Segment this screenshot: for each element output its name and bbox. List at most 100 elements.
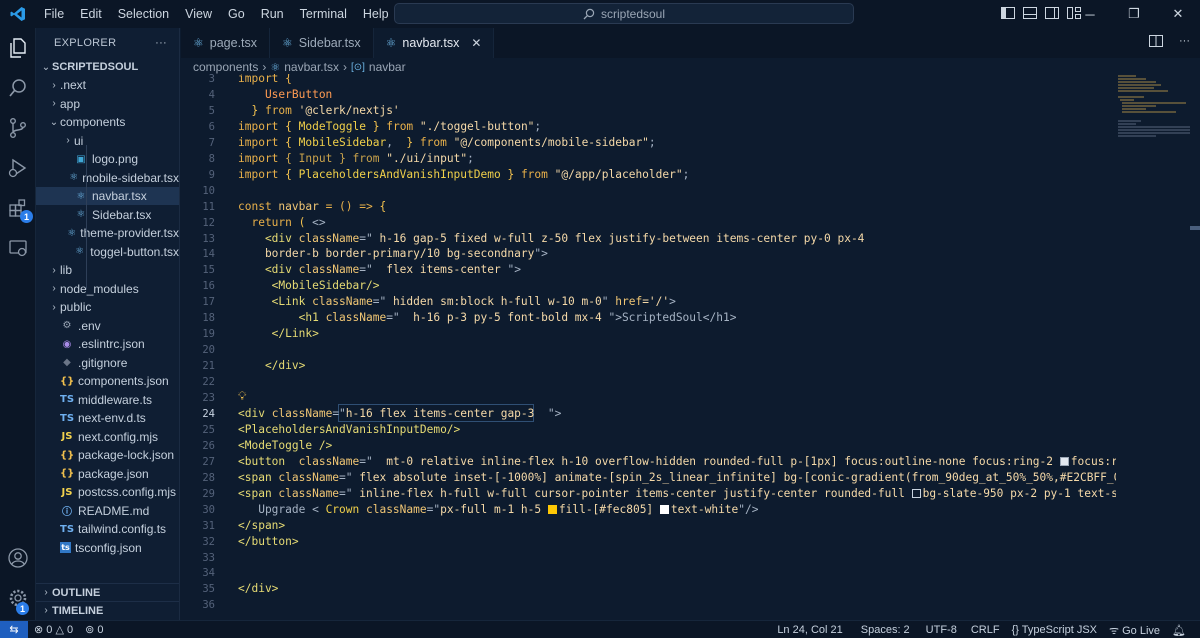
account-icon[interactable] (0, 540, 36, 576)
code-line: </Link> (238, 326, 319, 342)
lightbulb-icon[interactable]: 💡︎ (238, 389, 246, 404)
react-icon: ⚛ (69, 172, 79, 183)
go-live-button[interactable]: ᯤ Go Live (1103, 623, 1166, 638)
line-number: 29 (202, 487, 215, 500)
menu-help[interactable]: Help (355, 0, 397, 28)
remote-explorer-icon[interactable] (0, 230, 36, 266)
ports-indicator[interactable]: ⊚ 0 (79, 623, 109, 636)
language-mode[interactable]: {} TypeScript JSX (1006, 624, 1103, 636)
more-actions-icon[interactable]: ··· (1179, 35, 1190, 50)
tree-file[interactable]: ⚛ Sidebar.tsx (36, 206, 179, 224)
extensions-icon[interactable]: 1 (0, 190, 36, 226)
tree-folder[interactable]: › public (36, 298, 179, 316)
tree-file[interactable]: JS next.config.mjs (36, 428, 179, 446)
tree-file[interactable]: JS postcss.config.mjs (36, 483, 179, 501)
encoding[interactable]: UTF-8 (920, 624, 963, 636)
tab-page[interactable]: ⚛ page.tsx (181, 28, 271, 58)
outline-section[interactable]: › OUTLINE (36, 583, 179, 601)
menu-file[interactable]: File (36, 0, 72, 28)
split-editor-icon[interactable] (1149, 35, 1163, 50)
tree-item-label: tailwind.config.ts (78, 522, 167, 536)
line-number: 34 (202, 567, 215, 580)
close-icon[interactable]: ✕ (471, 36, 481, 50)
tree-folder[interactable]: ⌄ components (36, 113, 179, 131)
tree-file[interactable]: {} package.json (36, 465, 179, 483)
menu-terminal[interactable]: Terminal (292, 0, 355, 28)
tree-file[interactable]: TS next-env.d.ts (36, 409, 179, 427)
timeline-section[interactable]: › TIMELINE (36, 601, 179, 619)
warning-icon: △ (55, 624, 64, 636)
tree-file[interactable]: {} package-lock.json (36, 446, 179, 464)
tree-folder[interactable]: › app (36, 95, 179, 113)
command-center[interactable]: scriptedsoul (394, 3, 854, 24)
status-bar: ⇆ ⊗ 0 △ 0 ⊚ 0 Ln 24, Col 21 Spaces: 2 UT… (0, 620, 1200, 638)
code-token: flex absolute inset-[-1000%] animate-[sp… (359, 470, 1116, 484)
code-line: import { ModeToggle } from "./toggel-but… (238, 119, 541, 135)
tree-file[interactable]: TS middleware.ts (36, 391, 179, 409)
menu-edit[interactable]: Edit (72, 0, 110, 28)
menu-go[interactable]: Go (220, 0, 253, 28)
tree-file[interactable]: ◆ .gitignore (36, 354, 179, 372)
line-ending[interactable]: CRLF (965, 624, 1006, 636)
code-token: =" (339, 486, 360, 500)
code-token: { (379, 199, 387, 213)
menu-selection[interactable]: Selection (110, 0, 177, 28)
minimap[interactable] (1116, 74, 1192, 144)
tree-file[interactable]: TS tailwind.config.ts (36, 520, 179, 538)
tree-file[interactable]: ▣ logo.png (36, 150, 179, 168)
vertical-scrollbar[interactable] (1190, 226, 1200, 230)
search-icon[interactable] (0, 70, 36, 106)
error-count: 0 (46, 624, 53, 636)
tree-file[interactable]: ⚛ toggel-button.tsx (36, 243, 179, 261)
menu-run[interactable]: Run (253, 0, 292, 28)
explorer-icon[interactable] (0, 30, 36, 66)
tree-folder[interactable]: › node_modules (36, 280, 179, 298)
code-token: from (520, 167, 555, 181)
cursor-position[interactable]: Ln 24, Col 21 (771, 624, 848, 636)
tab-navbar[interactable]: ⚛ navbar.tsx ✕ (373, 28, 495, 58)
code-token: import (238, 167, 286, 181)
tree-file[interactable]: ⚛ navbar.tsx (36, 187, 179, 205)
tree-file[interactable]: ⚛ mobile-sidebar.tsx (36, 169, 179, 187)
code-token: { (285, 135, 299, 149)
remote-indicator-icon[interactable]: ⇆ (0, 620, 28, 638)
line-number: 18 (202, 312, 215, 325)
manage-gear-icon[interactable]: 1 (0, 580, 36, 616)
minimize-icon[interactable]: ─ (1068, 0, 1112, 28)
code-token: =" (359, 454, 387, 468)
code-line: import { MobileSidebar, } from "@/compon… (238, 135, 656, 151)
tree-file[interactable]: ⚙ .env (36, 317, 179, 335)
code-token: } (238, 103, 265, 117)
tree-item-label: .env (78, 318, 101, 333)
code-editor[interactable]: import { UserButton } from '@clerk/nextj… (238, 74, 1116, 619)
tree-item-label: postcss.config.mjs (78, 485, 177, 499)
restore-icon[interactable]: ❐ (1112, 0, 1156, 28)
explorer-more-icon[interactable]: ··· (155, 37, 167, 49)
line-number: 23 (202, 392, 215, 404)
breadcrumb-symbol[interactable]: navbar (369, 60, 406, 74)
toggle-panel-icon[interactable] (1022, 5, 1038, 21)
run-debug-icon[interactable] (0, 150, 36, 186)
tab-sidebar[interactable]: ⚛ Sidebar.tsx (270, 28, 374, 58)
toggle-primary-sidebar-icon[interactable] (1000, 5, 1016, 21)
breadcrumb-file[interactable]: navbar.tsx (284, 60, 339, 74)
tree-file[interactable]: ⚛ theme-provider.tsx (36, 224, 179, 242)
menu-view[interactable]: View (177, 0, 220, 28)
toggle-secondary-sidebar-icon[interactable] (1044, 5, 1060, 21)
tree-file[interactable]: ◉ .eslintrc.json (36, 335, 179, 353)
tree-folder[interactable]: › ui (36, 132, 179, 150)
workspace-root[interactable]: ⌄ SCRIPTEDSOUL (36, 58, 179, 76)
tree-file[interactable]: {} components.json (36, 372, 179, 390)
tree-file[interactable]: ⓘ README.md (36, 502, 179, 520)
tree-item-label: .eslintrc.json (78, 337, 145, 351)
code-line: border-b border-primary/10 bg-secondnary… (238, 246, 548, 262)
notifications-bell-icon[interactable]: 🔔︎ (1166, 624, 1192, 637)
code-token: text-white (670, 502, 739, 516)
tree-folder[interactable]: › .next (36, 76, 179, 94)
tree-file[interactable]: ts tsconfig.json (36, 539, 179, 557)
source-control-icon[interactable] (0, 110, 36, 146)
close-window-icon[interactable]: ✕ (1156, 0, 1200, 28)
tree-folder[interactable]: › lib (36, 261, 179, 279)
problems-indicator[interactable]: ⊗ 0 △ 0 (28, 623, 79, 636)
indentation[interactable]: Spaces: 2 (855, 624, 916, 636)
